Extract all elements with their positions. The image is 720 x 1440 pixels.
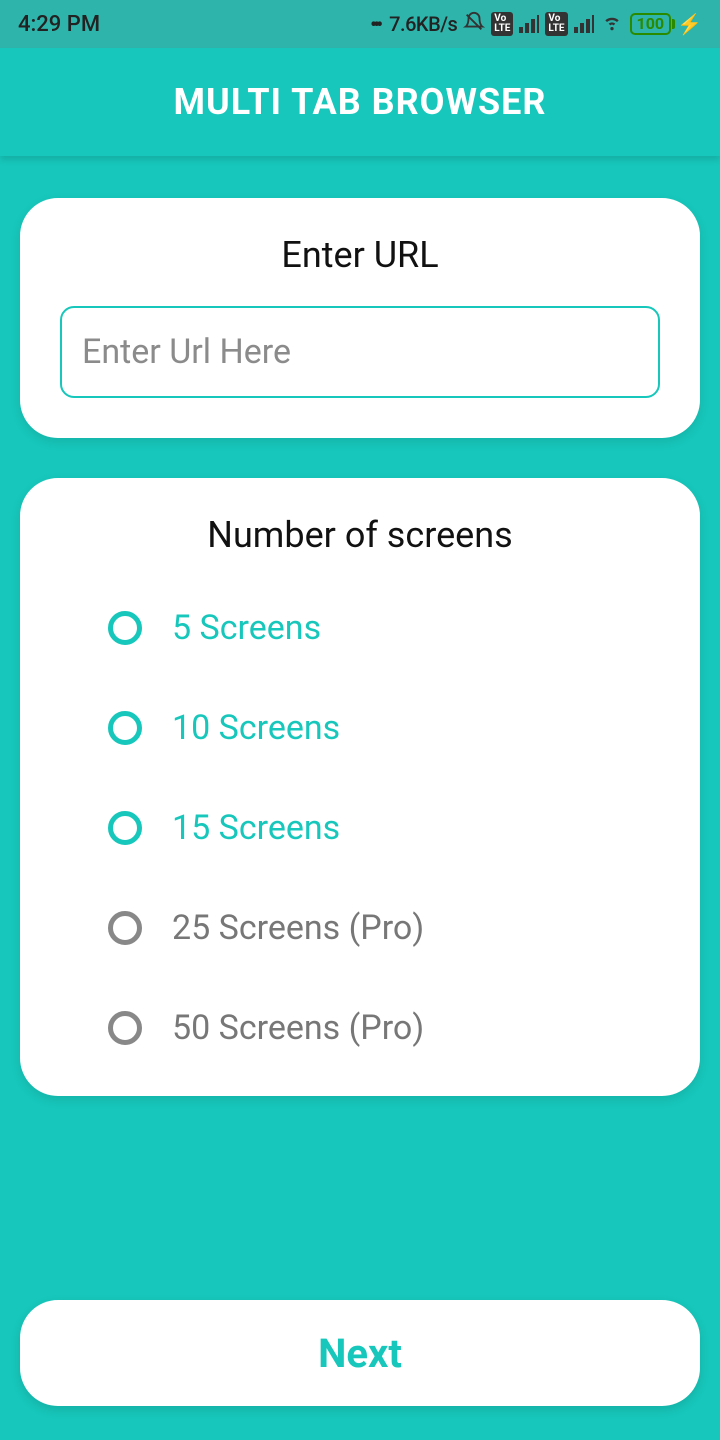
radio-label: 10 Screens (172, 708, 340, 748)
app-header: MULTI TAB BROWSER (0, 48, 720, 156)
radio-option[interactable]: 50 Screens (Pro) (108, 1008, 660, 1048)
radio-option[interactable]: 10 Screens (108, 708, 660, 748)
volte-icon-2: VoLTE (545, 12, 567, 36)
radio-label: 15 Screens (172, 808, 340, 848)
volte-icon: VoLTE (491, 12, 513, 36)
radio-option[interactable]: 25 Screens (Pro) (108, 908, 660, 948)
radio-icon (108, 911, 142, 945)
network-speed: 7.6KB/s (389, 12, 457, 36)
signal-icon-2 (574, 15, 594, 33)
wifi-icon (600, 12, 624, 37)
radio-label: 5 Screens (172, 608, 321, 648)
screens-card: Number of screens 5 Screens 10 Screens 15 … (20, 478, 700, 1096)
status-time: 4:29 PM (18, 12, 100, 37)
signal-icon (519, 15, 539, 33)
url-input[interactable] (60, 306, 660, 398)
radio-icon (108, 811, 142, 845)
next-button[interactable]: Next (20, 1300, 700, 1406)
battery-icon: 100 (630, 13, 672, 35)
status-bar: 4:29 PM ••• 7.6KB/s VoLTE VoLTE 100 ⚡ (0, 0, 720, 48)
radio-label: 25 Screens (Pro) (172, 908, 424, 948)
radio-icon (108, 711, 142, 745)
url-card-title: Enter URL (60, 234, 660, 276)
mute-icon (463, 11, 485, 38)
radio-option[interactable]: 15 Screens (108, 808, 660, 848)
radio-icon (108, 1011, 142, 1045)
radio-option[interactable]: 5 Screens (108, 608, 660, 648)
app-title: MULTI TAB BROWSER (174, 81, 547, 123)
status-right: ••• 7.6KB/s VoLTE VoLTE 100 ⚡ (370, 11, 702, 38)
radio-label: 50 Screens (Pro) (172, 1008, 424, 1048)
screens-card-title: Number of screens (60, 514, 660, 556)
charging-icon: ⚡ (677, 12, 702, 36)
url-card: Enter URL (20, 198, 700, 438)
radio-icon (108, 611, 142, 645)
